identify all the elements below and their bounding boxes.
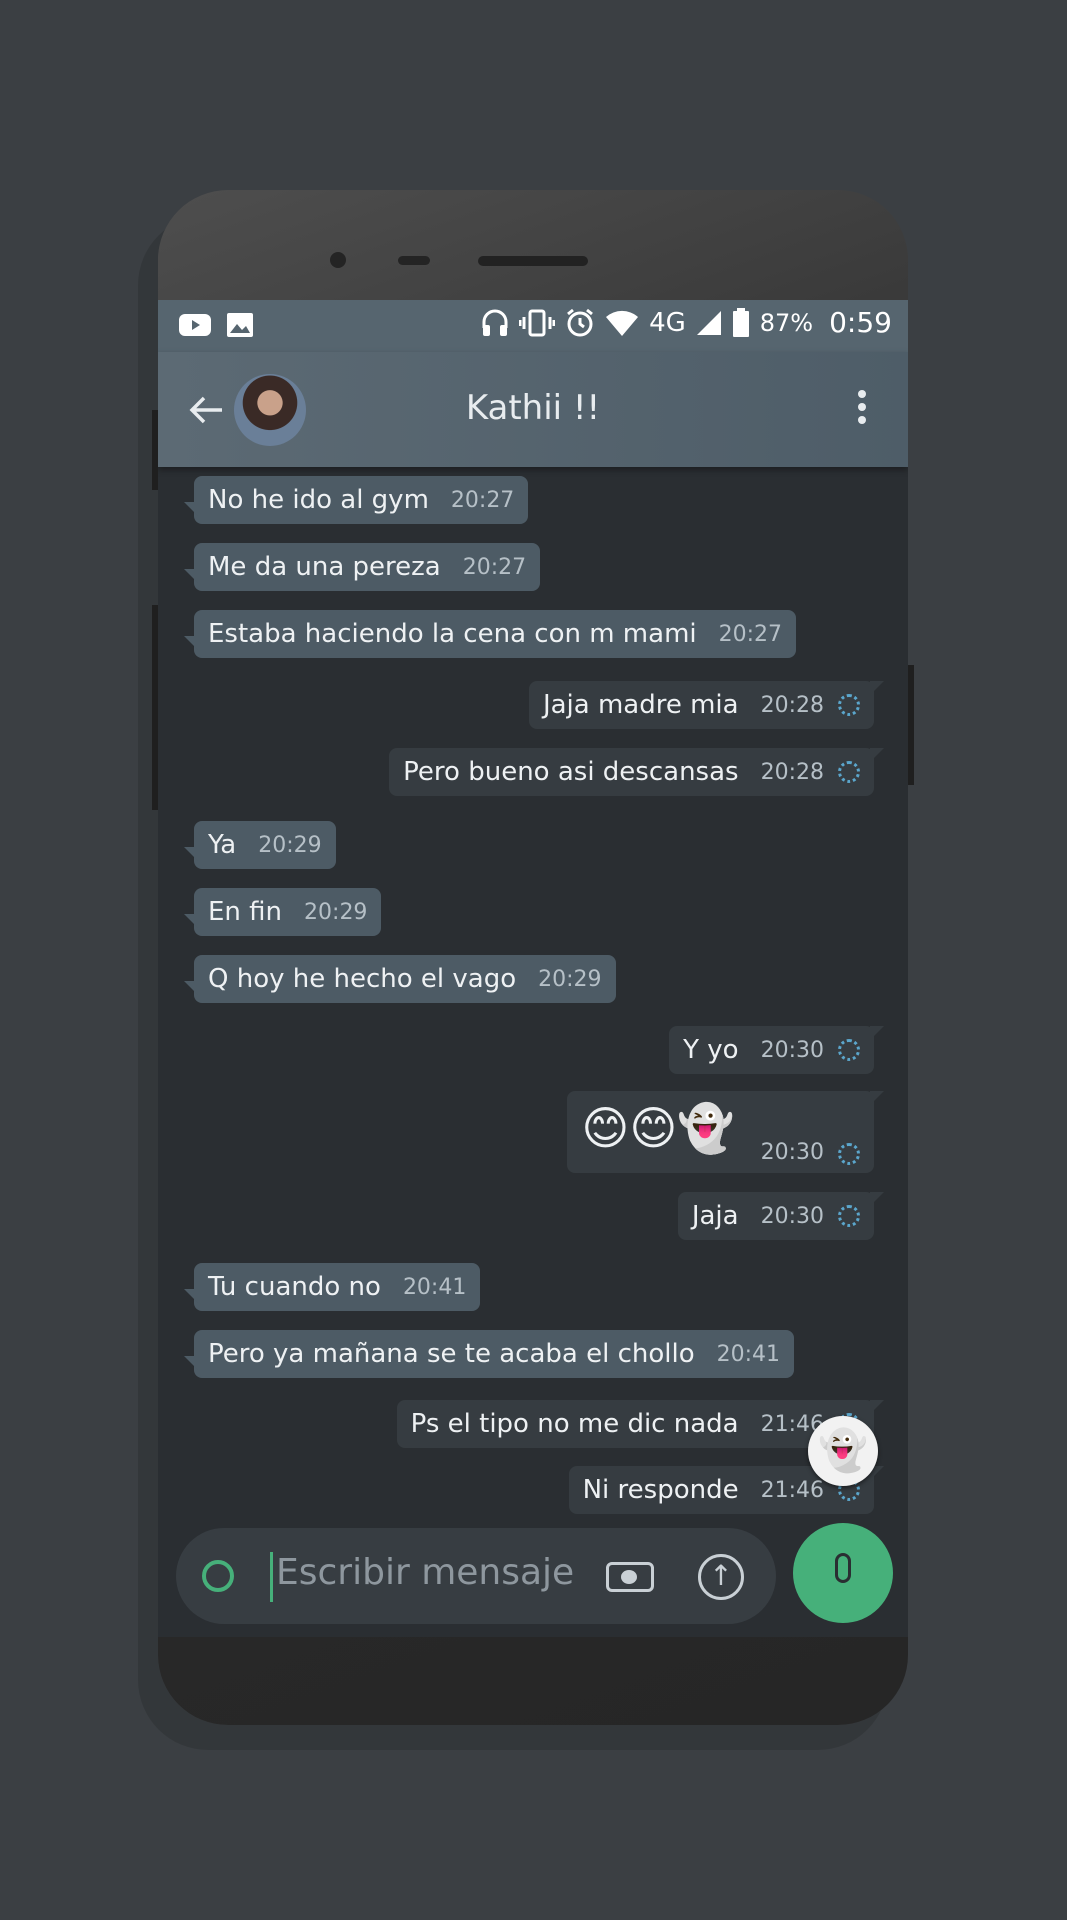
upload-icon[interactable]: ↑ (698, 1554, 744, 1600)
message-input[interactable]: Escribir mensaje (276, 1552, 574, 1593)
message-text: Y yo (683, 1035, 739, 1065)
emoji-icon[interactable] (202, 1560, 234, 1592)
chat-header: Kathii !! (158, 352, 908, 467)
message-text: Q hoy he hecho el vago (208, 964, 517, 994)
voice-record-button[interactable] (793, 1523, 893, 1623)
message-incoming[interactable]: Pero ya mañana se te acaba el chollo 20:… (183, 1330, 795, 1378)
contact-name[interactable]: Kathii !! (158, 388, 908, 428)
wifi-icon (606, 310, 639, 336)
message-text: Ni responde (582, 1475, 739, 1505)
pending-status-icon (838, 694, 860, 716)
message-time: 20:30 (760, 1203, 824, 1229)
message-emoji: 😊😊👻 (581, 1100, 735, 1155)
message-text: Estaba haciendo la cena con m mami (208, 619, 697, 649)
message-time: 21:46 (760, 1477, 824, 1503)
message-outgoing[interactable]: Y yo 20:30 (669, 1026, 884, 1074)
message-text: Pero ya mañana se te acaba el chollo (208, 1339, 695, 1369)
overflow-menu-icon[interactable] (858, 390, 868, 430)
pending-status-icon (838, 1205, 860, 1227)
message-text: Tu cuando no (208, 1272, 381, 1302)
message-composer: Escribir mensaje ↑ (176, 1528, 776, 1624)
message-time: 20:29 (304, 899, 368, 925)
message-time: 20:27 (450, 487, 515, 513)
text-cursor (270, 1552, 273, 1602)
pending-status-icon (838, 1039, 860, 1061)
sensor (398, 256, 430, 265)
message-incoming[interactable]: En fin 20:29 (183, 888, 382, 936)
message-time: 20:30 (760, 1037, 824, 1063)
message-incoming[interactable]: Q hoy he hecho el vago 20:29 (184, 955, 616, 1003)
message-time: 20:41 (402, 1274, 467, 1300)
message-incoming[interactable]: Tu cuando no 20:41 (183, 1263, 481, 1311)
alarm-icon (567, 308, 593, 336)
front-camera (330, 252, 346, 268)
message-time: 20:28 (760, 759, 824, 785)
message-outgoing[interactable]: Jaja 20:30 (677, 1192, 885, 1240)
pending-status-icon (838, 1143, 860, 1165)
message-time: 20:27 (462, 554, 527, 580)
microphone-icon (835, 1553, 851, 1583)
message-text: Jaja (691, 1201, 739, 1231)
network-type: 4G (649, 307, 686, 338)
screen: 4G 87% 0:59 Kathii !! No he ido al gym 2… (158, 300, 908, 1637)
message-text: Ya (208, 830, 237, 860)
youtube-icon (179, 314, 211, 336)
battery-percent: 87% (759, 308, 814, 337)
message-incoming[interactable]: Ya 20:29 (184, 821, 336, 869)
message-incoming[interactable]: No he ido al gym 20:27 (183, 476, 529, 524)
status-bar: 4G 87% 0:59 (158, 300, 908, 352)
message-outgoing[interactable]: Ps el tipo no me dic nada 21:46 (396, 1400, 885, 1448)
message-incoming[interactable]: Me da una pereza 20:27 (183, 543, 541, 591)
message-text: Ps el tipo no me dic nada (410, 1409, 739, 1439)
signal-icon (696, 310, 721, 335)
battery-icon (732, 307, 749, 337)
message-time: 20:29 (258, 832, 322, 858)
side-button (908, 665, 914, 785)
message-outgoing[interactable]: 😊😊👻 20:30 (567, 1091, 884, 1173)
message-text: No he ido al gym (208, 485, 429, 515)
pending-status-icon (838, 761, 860, 783)
camera-icon[interactable] (606, 1562, 654, 1592)
headphones-icon (482, 309, 508, 336)
ghost-mode-icon[interactable]: 👻 (808, 1416, 878, 1486)
vibrate-icon (519, 309, 556, 336)
message-text: En fin (208, 897, 283, 927)
message-time: 20:28 (760, 692, 824, 718)
message-text: Jaja madre mia (542, 690, 739, 720)
message-time: 20:41 (716, 1341, 781, 1367)
image-icon (227, 313, 253, 337)
message-time: 20:27 (718, 621, 783, 647)
message-time: 20:30 (760, 1140, 824, 1165)
message-outgoing[interactable]: Jaja madre mia 20:28 (528, 681, 885, 729)
message-text: Pero bueno asi descansas (403, 757, 739, 787)
clock: 0:59 (829, 306, 892, 339)
message-incoming[interactable]: Estaba haciendo la cena con m mami 20:27 (183, 610, 797, 658)
earpiece (478, 256, 588, 266)
message-time: 20:29 (538, 966, 602, 992)
message-text: Me da una pereza (208, 552, 441, 582)
message-outgoing[interactable]: Pero bueno asi descansas 20:28 (389, 748, 884, 796)
